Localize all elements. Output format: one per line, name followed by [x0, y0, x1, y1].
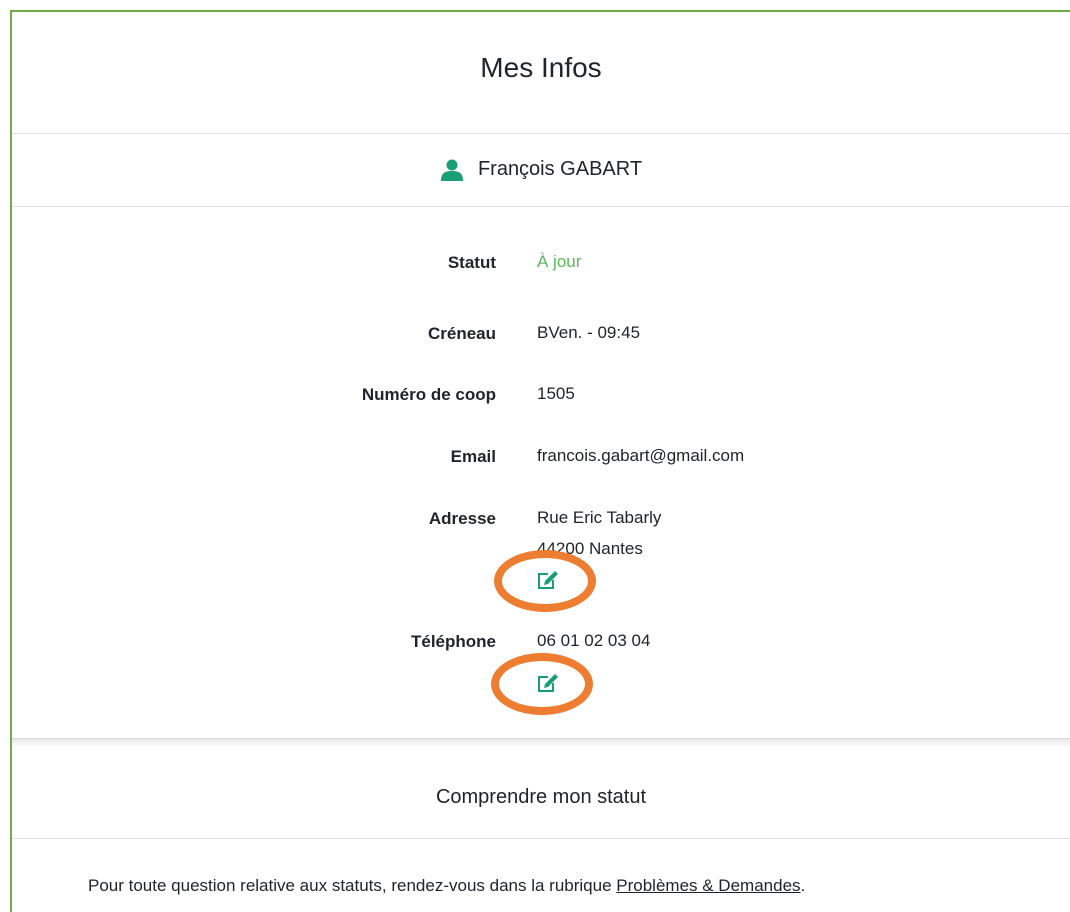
user-header: François GABART — [12, 158, 1070, 181]
edit-address-icon[interactable] — [536, 568, 560, 590]
footer-text: Pour toute question relative aux statuts… — [88, 876, 617, 895]
user-name: François GABART — [477, 158, 643, 180]
footer-note: Pour toute question relative aux statuts… — [88, 876, 805, 896]
email-label: Email — [450, 447, 496, 466]
divider — [12, 838, 1070, 839]
section-title: Comprendre mon statut — [435, 786, 647, 808]
problems-requests-link[interactable]: Problèmes & Demandes — [616, 876, 800, 895]
phone-label: Téléphone — [410, 632, 496, 651]
creneau-label: Créneau — [427, 324, 496, 343]
address-label: Adresse — [428, 509, 496, 528]
address-line1: Rue Eric Tabarly — [537, 508, 662, 527]
page-title: Mes Infos — [480, 52, 602, 83]
divider — [12, 206, 1070, 207]
creneau-value: BVen. - 09:45 — [537, 323, 641, 342]
phone-value: 06 01 02 03 04 — [537, 631, 651, 650]
coop-number-value: 1505 — [537, 384, 575, 403]
divider — [12, 133, 1070, 134]
section-separator — [12, 738, 1070, 760]
statut-value: À jour — [537, 252, 582, 271]
user-icon — [440, 159, 463, 181]
statut-label: Statut — [447, 253, 496, 272]
coop-number-label: Numéro de coop — [361, 385, 496, 404]
email-value: francois.gabart@gmail.com — [537, 446, 745, 465]
edit-phone-icon[interactable] — [536, 671, 560, 693]
footer-end: . — [800, 876, 806, 895]
